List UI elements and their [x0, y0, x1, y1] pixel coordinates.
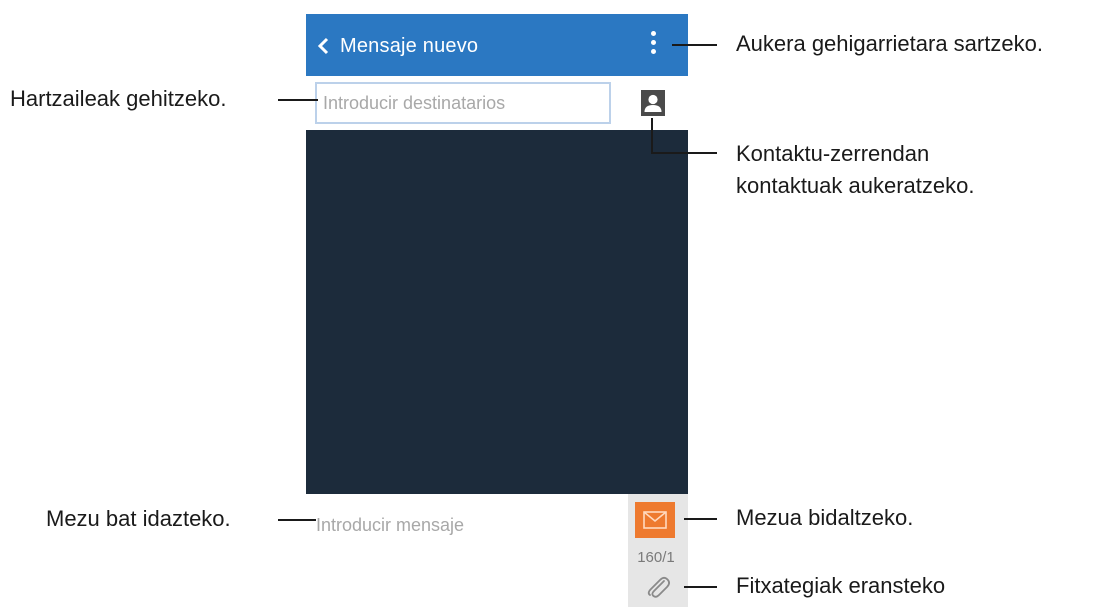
- annotation-add-recipients: Hartzaileak gehitzeko.: [10, 86, 227, 111]
- leader-add-recipients: [278, 99, 318, 101]
- envelope-send-icon: [643, 511, 667, 529]
- send-button[interactable]: [635, 502, 675, 538]
- message-input[interactable]: [314, 504, 618, 546]
- more-options-button[interactable]: [641, 29, 665, 63]
- app-bar: Mensaje nuevo: [306, 14, 688, 76]
- screen-title: Mensaje nuevo: [340, 34, 479, 57]
- chevron-left-icon: [317, 37, 329, 55]
- attach-button[interactable]: [645, 574, 671, 600]
- leader-more-options: [672, 44, 717, 46]
- more-vertical-icon: [650, 29, 656, 56]
- annotation-send: Mezua bidaltzeko.: [736, 505, 914, 530]
- paperclip-icon: [647, 576, 671, 598]
- annotation-more-options: Aukera gehigarrietara sartzeko.: [736, 31, 1043, 56]
- contact-card-icon: [641, 90, 665, 116]
- annotation-compose: Mezu bat idazteko.: [46, 506, 231, 531]
- annotation-attach: Fitxategiak eransteko: [736, 573, 946, 598]
- leader-attach: [684, 586, 717, 588]
- leader-compose: [278, 519, 316, 521]
- recipient-row: [306, 76, 688, 130]
- back-button[interactable]: Mensaje nuevo: [316, 30, 516, 62]
- compose-side-panel: 160/1: [628, 494, 688, 607]
- compose-row: 160/1: [306, 494, 688, 607]
- leader-contacts-vertical: [651, 118, 653, 154]
- contacts-button[interactable]: [641, 90, 665, 116]
- annotation-contacts-line1: Kontaktu-zerrendan: [736, 141, 930, 166]
- recipient-input[interactable]: [315, 82, 611, 124]
- leader-send: [684, 518, 717, 520]
- leader-contacts: [651, 152, 717, 154]
- conversation-area: [306, 130, 688, 494]
- character-counter: 160/1: [637, 549, 675, 566]
- phone-screen: Mensaje nuevo 160/: [306, 14, 688, 607]
- annotation-contacts-line2: kontaktuak aukeratzeko.: [736, 173, 975, 198]
